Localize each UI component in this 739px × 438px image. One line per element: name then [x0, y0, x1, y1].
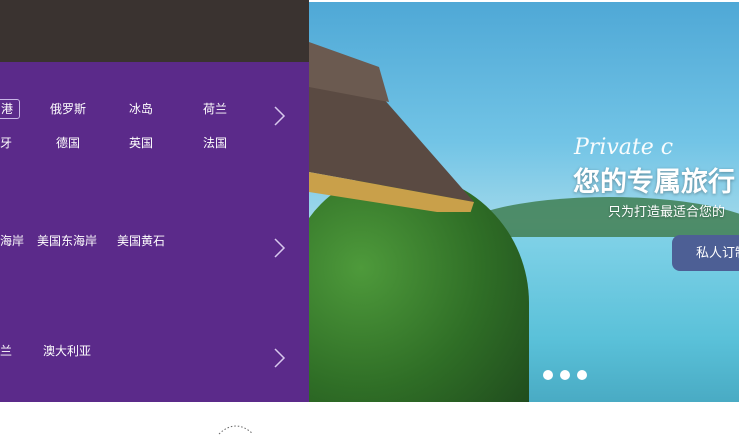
menu-link[interactable]: 法国 — [203, 133, 227, 153]
top-bar — [0, 0, 309, 62]
menu-link[interactable]: 冰岛 — [129, 99, 153, 119]
menu-link[interactable]: 德国 — [56, 133, 80, 153]
menu-link[interactable]: 海岸 — [0, 231, 24, 251]
hero-slogan: Private c — [574, 135, 674, 160]
menu-link[interactable]: 牙 — [0, 133, 12, 153]
chevron-right-icon[interactable] — [270, 105, 288, 127]
menu-row-europe-2: 牙 德国 英国 法国 — [0, 133, 260, 153]
menu-link[interactable]: 兰 — [0, 341, 12, 361]
decorative-dotted-arc-icon — [218, 425, 254, 435]
menu-link[interactable]: 俄罗斯 — [50, 99, 86, 119]
slide-dot[interactable] — [543, 370, 553, 380]
hero-subtitle: 只为打造最适合您的 — [608, 204, 726, 219]
roof-graphic — [309, 42, 474, 212]
destination-menu: 港 俄罗斯 冰岛 荷兰 牙 德国 英国 法国 海岸 美国东海岸 美国黄石 兰 澳… — [0, 62, 309, 402]
hero-title: 您的专属旅行 — [573, 167, 735, 197]
custom-trip-button[interactable]: 私人订制 — [672, 235, 739, 271]
chevron-right-icon[interactable] — [270, 237, 288, 259]
menu-link[interactable]: 美国黄石 — [117, 231, 165, 251]
menu-link[interactable]: 港 — [0, 99, 21, 119]
menu-link[interactable]: 澳大利亚 — [43, 341, 91, 361]
chevron-right-icon[interactable] — [270, 347, 288, 369]
hero-banner[interactable]: Private c 您的专属旅行 只为打造最适合您的 私人订制 — [309, 2, 739, 402]
menu-link[interactable]: 英国 — [129, 133, 153, 153]
menu-row-europe-1: 港 俄罗斯 冰岛 荷兰 — [0, 99, 260, 119]
slide-dot[interactable] — [560, 370, 570, 380]
slide-dot[interactable] — [577, 370, 587, 380]
menu-row-america: 海岸 美国东海岸 美国黄石 — [0, 231, 260, 251]
menu-link[interactable]: 美国东海岸 — [37, 231, 97, 251]
menu-row-oceania: 兰 澳大利亚 — [0, 341, 260, 361]
menu-link[interactable]: 荷兰 — [203, 99, 227, 119]
